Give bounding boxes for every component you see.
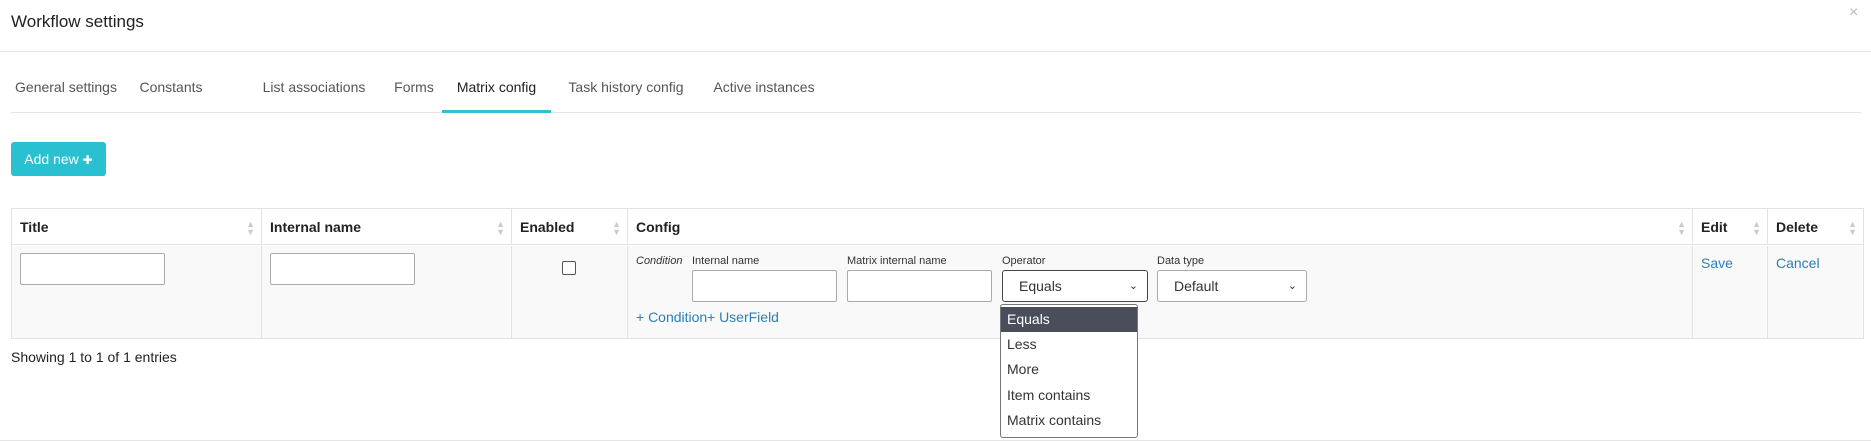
column-header-internal-name[interactable]: Internal name ▲ ▼ [262, 209, 512, 245]
column-title-label: Title [20, 219, 49, 235]
column-edit-label: Edit [1701, 219, 1728, 235]
condition-label: Condition [636, 255, 683, 267]
add-new-button[interactable]: Add new ✚ [11, 142, 106, 176]
tab-task-history-config[interactable]: Task history config [562, 67, 690, 110]
plus-icon: ✚ [82, 153, 93, 167]
header-divider [0, 51, 1871, 52]
tab-constants[interactable]: Constants [121, 67, 221, 110]
column-delete-label: Delete [1776, 219, 1819, 235]
sort-icon: ▲ ▼ [246, 219, 255, 237]
cancel-link[interactable]: Cancel [1776, 255, 1820, 271]
add-userfield-link[interactable]: + UserField [707, 309, 779, 325]
column-header-title[interactable]: Title ▲ ▼ [12, 209, 262, 245]
operator-option-matrix-contains[interactable]: Matrix contains [1001, 408, 1137, 433]
column-header-config[interactable]: Config ▲ ▼ [628, 209, 1693, 245]
operator-dropdown-list: Equals Less More Item contains Matrix co… [1000, 304, 1138, 438]
tab-list-associations[interactable]: List associations [245, 67, 383, 110]
sort-icon: ▲ ▼ [1677, 219, 1686, 237]
add-condition-link[interactable]: + Condition [636, 309, 707, 325]
operator-option-equals[interactable]: Equals [1001, 307, 1137, 332]
column-header-enabled[interactable]: Enabled ▲ ▼ [512, 209, 628, 245]
column-header-edit[interactable]: Edit ▲ ▼ [1693, 209, 1768, 245]
sort-icon: ▲ ▼ [612, 219, 621, 237]
operator-select[interactable]: Equals ⌄ [1002, 270, 1148, 302]
operator-option-less[interactable]: Less [1001, 332, 1137, 357]
cell-delete: Cancel [1768, 246, 1863, 338]
enabled-checkbox[interactable] [562, 261, 576, 275]
config-internal-name-label: Internal name [692, 255, 760, 267]
column-config-label: Config [636, 219, 681, 235]
cell-title [12, 246, 262, 338]
sort-icon: ▲ ▼ [1752, 219, 1761, 237]
column-enabled-label: Enabled [520, 219, 575, 235]
operator-select-value: Equals [1019, 278, 1062, 294]
matrix-config-table: Title ▲ ▼ Internal name ▲ ▼ Enabled ▲ ▼ Config… [11, 208, 1864, 339]
sort-icon: ▲ ▼ [1848, 219, 1857, 237]
chevron-down-icon: ⌄ [1128, 280, 1138, 292]
matrix-internal-name-input[interactable] [847, 270, 992, 302]
operator-label: Operator [1002, 255, 1046, 267]
tab-bar: General settings Constants List associat… [11, 67, 1861, 113]
config-internal-name-input[interactable] [692, 270, 837, 302]
modal-title: Workflow settings [11, 12, 144, 31]
operator-option-more[interactable]: More [1001, 357, 1137, 382]
tab-general-settings[interactable]: General settings [11, 67, 121, 110]
data-type-label: Data type [1157, 255, 1205, 267]
data-type-select-value: Default [1174, 278, 1219, 294]
tab-active-instances[interactable]: Active instances [709, 67, 819, 110]
data-type-select[interactable]: Default ⌄ [1157, 270, 1307, 302]
cell-edit: Save [1693, 246, 1768, 338]
matrix-internal-name-label: Matrix internal name [847, 255, 947, 267]
operator-option-item-contains[interactable]: Item contains [1001, 383, 1137, 408]
cell-config: Condition Internal name Matrix internal … [628, 246, 1693, 338]
table-info: Showing 1 to 1 of 1 entries [11, 349, 177, 365]
internal-name-input[interactable] [270, 253, 415, 285]
column-header-delete[interactable]: Delete ▲ ▼ [1768, 209, 1863, 245]
cell-enabled [512, 246, 628, 338]
sort-icon: ▲ ▼ [496, 219, 505, 237]
save-link[interactable]: Save [1701, 255, 1733, 271]
chevron-down-icon: ⌄ [1287, 280, 1297, 292]
close-icon[interactable]: × [1849, 4, 1858, 22]
cell-internal-name [262, 246, 512, 338]
tab-forms[interactable]: Forms [383, 67, 445, 110]
add-new-label: Add new [24, 151, 79, 167]
tab-matrix-config[interactable]: Matrix config [442, 67, 551, 113]
column-internal-name-label: Internal name [270, 219, 362, 235]
title-input[interactable] [20, 253, 165, 285]
